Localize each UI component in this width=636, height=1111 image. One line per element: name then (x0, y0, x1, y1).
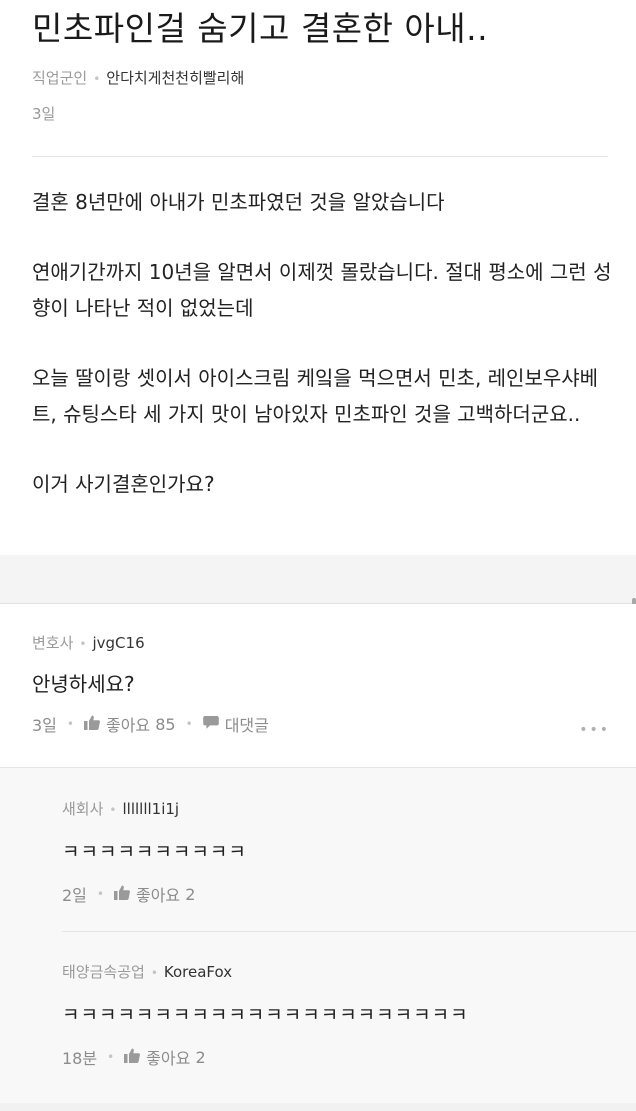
speech-bubble-icon (202, 715, 219, 734)
reply-author-nickname[interactable]: KoreaFox (164, 963, 232, 981)
thumbs-up-icon (124, 1048, 141, 1067)
post-title: 민초파인걸 숨기고 결혼한 아내.. (32, 9, 489, 48)
reply-like-count: 2 (185, 884, 196, 904)
comment-like-count: 85 (155, 714, 176, 734)
reply-divider (62, 931, 636, 932)
comment-author-meta: 변호사 • jvgC16 (32, 632, 145, 653)
meta-separator-dot: • (66, 717, 74, 731)
bottom-edge (0, 1103, 636, 1111)
meta-separator-dot: • (79, 637, 87, 651)
comment-author-job: 변호사 (32, 634, 74, 652)
reply-like-label: 좋아요 (146, 1049, 191, 1068)
post-author-meta: 직업군인 • 안다치게천천히빨리해 (32, 67, 244, 88)
reply-timestamp: 2일 (62, 886, 87, 905)
post-author-job: 직업군인 (32, 69, 88, 87)
more-dots-icon[interactable]: ••• (579, 722, 610, 738)
post-body: 결혼 8년만에 아내가 민초파였던 것을 알았습니다 연애기간까지 10년을 알… (32, 184, 612, 536)
reply-author-nickname[interactable]: lllllll1i1j (122, 800, 179, 818)
meta-separator-dot: • (109, 803, 117, 817)
comment-author-nickname[interactable]: jvgC16 (92, 634, 144, 652)
reply-timestamp: 18분 (62, 1049, 98, 1068)
meta-separator-dot: • (150, 966, 158, 980)
post-divider (32, 156, 608, 157)
thumbs-up-icon (113, 885, 130, 904)
reply-like-button[interactable]: 좋아요 2 (124, 1045, 206, 1069)
post: 민초파인걸 숨기고 결혼한 아내.. 직업군인 • 안다치게천천히빨리해 3일 결혼… (0, 0, 636, 555)
comment-reply-button[interactable]: 대댓글 (202, 712, 269, 736)
comment-like-button[interactable]: 좋아요 85 (83, 712, 176, 736)
post-author-nickname[interactable]: 안다치게천천히빨리해 (106, 69, 244, 87)
comment-reply-label: 대댓글 (224, 716, 269, 735)
reply-text: ㅋㅋㅋㅋㅋㅋㅋㅋㅋㅋㅋㅋㅋㅋㅋㅋㅋㅋㅋㅋㅋㅋ (62, 1004, 469, 1026)
meta-separator-dot: • (185, 717, 193, 731)
reply-item: 새회사 • lllllll1i1j ㅋㅋㅋㅋㅋㅋㅋㅋㅋㅋ 2일 • 좋아요 2 (62, 798, 636, 906)
comment: 변호사 • jvgC16 안녕하세요? 3일 • 좋아요 85 • 대댓글 ••• (0, 604, 636, 767)
post-paragraph: 오늘 딸이랑 셋이서 아이스크림 케잌을 먹으면서 민초, 레인보우샤베트, 슈… (32, 366, 599, 426)
reply-item: 태양금속공업 • KoreaFox ㅋㅋㅋㅋㅋㅋㅋㅋㅋㅋㅋㅋㅋㅋㅋㅋㅋㅋㅋㅋㅋㅋ 1… (62, 961, 636, 1069)
comment-actions: 3일 • 좋아요 85 • 대댓글 (32, 712, 269, 736)
reply-like-label: 좋아요 (135, 886, 181, 905)
replies-section: 새회사 • lllllll1i1j ㅋㅋㅋㅋㅋㅋㅋㅋㅋㅋ 2일 • 좋아요 2 태양… (0, 767, 636, 1111)
reply-author-meta: 태양금속공업 • KoreaFox (62, 961, 636, 982)
meta-separator-dot: • (96, 887, 104, 901)
meta-separator-dot: • (93, 72, 101, 86)
post-paragraph: 이거 사기결혼인가요? (32, 472, 215, 496)
post-page: 민초파인걸 숨기고 결혼한 아내.. 직업군인 • 안다치게천천히빨리해 3일 결혼… (0, 0, 636, 1111)
reply-author-meta: 새회사 • lllllll1i1j (62, 798, 636, 819)
thumbs-up-icon (83, 715, 100, 734)
reply-like-count: 2 (195, 1047, 206, 1067)
post-paragraph: 연애기간까지 10년을 알면서 이제껏 몰랐습니다. 절대 평소에 그런 성향이… (32, 260, 612, 320)
reply-text: ㅋㅋㅋㅋㅋㅋㅋㅋㅋㅋ (62, 841, 247, 863)
reply-author-job: 새회사 (62, 800, 104, 818)
section-separator (0, 555, 636, 603)
reply-author-job: 태양금속공업 (62, 963, 145, 981)
reply-actions: 2일 • 좋아요 2 (62, 882, 636, 906)
comment-like-label: 좋아요 (105, 716, 151, 735)
post-paragraph: 결혼 8년만에 아내가 민초파였던 것을 알았습니다 (32, 190, 445, 214)
comment-text: 안녕하세요? (32, 672, 135, 696)
meta-separator-dot: • (107, 1050, 115, 1064)
reply-like-button[interactable]: 좋아요 2 (113, 882, 196, 906)
reply-actions: 18분 • 좋아요 2 (62, 1045, 636, 1069)
comment-timestamp: 3일 (32, 716, 57, 735)
post-timestamp: 3일 (32, 105, 56, 123)
